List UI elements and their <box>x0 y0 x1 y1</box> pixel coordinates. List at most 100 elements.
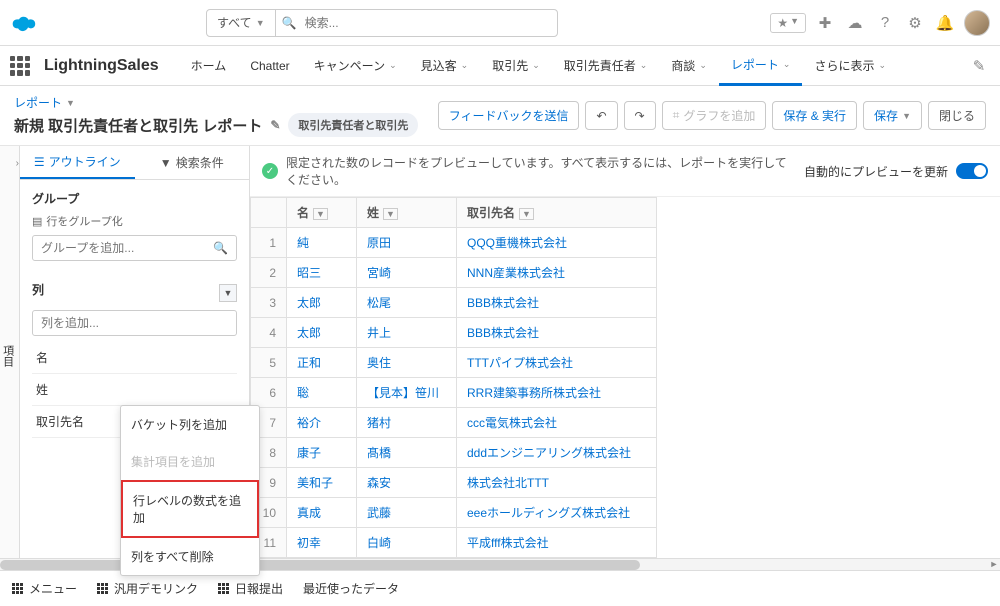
table-cell[interactable]: 原田 <box>357 228 457 258</box>
check-icon: ✓ <box>262 163 278 179</box>
table-cell[interactable]: TTTパイプ株式会社 <box>457 348 657 378</box>
table-cell[interactable]: 昭三 <box>287 258 357 288</box>
table-header[interactable]: 姓▼ <box>357 198 457 228</box>
nav-item-5[interactable]: 取引先責任者⌄ <box>552 46 660 86</box>
feedback-button[interactable]: フィードバックを送信 <box>438 101 580 130</box>
table-cell[interactable]: 奥住 <box>357 348 457 378</box>
table-cell[interactable]: 真成 <box>287 498 357 528</box>
table-cell[interactable]: 太郎 <box>287 318 357 348</box>
add-column-input[interactable] <box>32 310 237 336</box>
table-row: 5正和奥住TTTパイプ株式会社 <box>251 348 657 378</box>
menu-add-bucket[interactable]: バケット列を追加 <box>121 406 259 443</box>
notification-icon[interactable]: 🔔 <box>934 12 956 34</box>
breadcrumb[interactable]: レポート ▼ <box>14 94 418 111</box>
trailhead-icon[interactable]: ☁ <box>844 12 866 34</box>
nav-item-3[interactable]: 見込客⌄ <box>409 46 481 86</box>
table-cell[interactable]: 武藤 <box>357 498 457 528</box>
table-cell[interactable]: 平成fff株式会社 <box>457 528 657 558</box>
table-cell[interactable]: QQQ重機株式会社 <box>457 228 657 258</box>
table-cell[interactable]: 聡 <box>287 378 357 408</box>
table-cell[interactable]: 純 <box>287 228 357 258</box>
edit-title-icon[interactable]: ✎ <box>270 118 280 132</box>
save-button[interactable]: 保存 ▼ <box>863 101 922 130</box>
table-cell[interactable]: BBB株式会社 <box>457 288 657 318</box>
column-item[interactable]: 名 <box>32 342 237 374</box>
nav-item-4[interactable]: 取引先⌄ <box>480 46 552 86</box>
footer-daily-report[interactable]: 日報提出 <box>218 580 283 597</box>
table-cell[interactable]: 松尾 <box>357 288 457 318</box>
nav-item-0[interactable]: ホーム <box>179 46 239 86</box>
preview-table: 名▼姓▼取引先名▼ 1純原田QQQ重機株式会社2昭三宮崎NNN産業株式会社3太郎… <box>250 197 657 558</box>
fields-side-tab[interactable]: › 項目 <box>0 146 20 558</box>
table-row: 7裕介猪村ccc電気株式会社 <box>251 408 657 438</box>
report-type-pill: 取引先責任者と取引先 <box>288 113 418 137</box>
tab-filter[interactable]: ▼ 検索条件 <box>135 146 250 179</box>
rows-icon: ▤ <box>32 215 42 228</box>
add-chart-button[interactable]: ⌗グラフを追加 <box>662 101 767 130</box>
table-cell[interactable]: dddエンジニアリング株式会社 <box>457 438 657 468</box>
page-title: 新規 取引先責任者と取引先 レポート ✎ 取引先責任者と取引先 <box>14 113 418 137</box>
nav-item-2[interactable]: キャンペーン⌄ <box>302 46 409 86</box>
auto-preview-toggle[interactable] <box>956 163 988 179</box>
save-run-button[interactable]: 保存 & 実行 <box>772 101 857 130</box>
column-item[interactable]: 姓 <box>32 374 237 406</box>
nav-item-7[interactable]: レポート⌄ <box>719 46 803 86</box>
menu-delete-all-columns[interactable]: 列をすべて削除 <box>121 538 259 575</box>
help-icon[interactable]: ? <box>874 12 896 34</box>
add-group-input[interactable]: 🔍 <box>32 235 237 261</box>
redo-button[interactable]: ↷ <box>624 101 656 130</box>
table-cell[interactable]: NNN産業株式会社 <box>457 258 657 288</box>
nav-item-8[interactable]: さらに表示⌄ <box>802 46 898 86</box>
edit-nav-icon[interactable]: ✎ <box>968 55 990 77</box>
table-cell[interactable]: 宮崎 <box>357 258 457 288</box>
table-row: 1純原田QQQ重機株式会社 <box>251 228 657 258</box>
table-cell[interactable]: 美和子 <box>287 468 357 498</box>
avatar[interactable] <box>964 10 990 36</box>
table-cell[interactable]: 髙橋 <box>357 438 457 468</box>
footer-demo-link[interactable]: 汎用デモリンク <box>97 580 198 597</box>
table-row: 2昭三宮崎NNN産業株式会社 <box>251 258 657 288</box>
favorites-button[interactable]: ★▼ <box>770 13 806 33</box>
table-cell[interactable]: 正和 <box>287 348 357 378</box>
table-cell[interactable]: 裕介 <box>287 408 357 438</box>
columns-dropdown-menu: バケット列を追加 集計項目を追加 行レベルの数式を追加 列をすべて削除 <box>120 405 260 576</box>
tab-outline[interactable]: ☰ アウトライン <box>20 146 135 179</box>
table-cell[interactable]: 康子 <box>287 438 357 468</box>
search-icon: 🔍 <box>213 241 228 255</box>
table-row: 6聡【見本】笹川RRR建築事務所株式会社 <box>251 378 657 408</box>
table-cell[interactable]: 太郎 <box>287 288 357 318</box>
footer-menu[interactable]: メニュー <box>12 580 77 597</box>
table-header[interactable]: 名▼ <box>287 198 357 228</box>
setup-icon[interactable]: ⚙ <box>904 12 926 34</box>
app-launcher-icon[interactable] <box>10 56 30 76</box>
table-header[interactable]: 取引先名▼ <box>457 198 657 228</box>
preview-message: 限定された数のレコードをプレビューしています。すべて表示するには、レポートを実行… <box>286 154 796 188</box>
nav-item-6[interactable]: 商談⌄ <box>659 46 719 86</box>
undo-button[interactable]: ↶ <box>585 101 617 130</box>
table-cell[interactable]: BBB株式会社 <box>457 318 657 348</box>
table-cell[interactable]: 初幸 <box>287 528 357 558</box>
columns-menu-button[interactable]: ▼ <box>219 284 237 302</box>
table-row: 11初幸白崎平成fff株式会社 <box>251 528 657 558</box>
table-cell[interactable]: 森安 <box>357 468 457 498</box>
close-button[interactable]: 閉じる <box>928 101 986 130</box>
table-cell[interactable]: 猪村 <box>357 408 457 438</box>
nav-item-1[interactable]: Chatter <box>238 46 301 86</box>
table-cell[interactable]: 【見本】笹川 <box>357 378 457 408</box>
table-cell[interactable]: eeeホールディングズ株式会社 <box>457 498 657 528</box>
add-icon[interactable]: ✚ <box>814 12 836 34</box>
table-row: 4太郎井上BBB株式会社 <box>251 318 657 348</box>
app-name: LightningSales <box>44 57 159 75</box>
table-cell[interactable]: 株式会社北TTT <box>457 468 657 498</box>
menu-add-row-formula[interactable]: 行レベルの数式を追加 <box>121 480 259 538</box>
table-cell[interactable]: ccc電気株式会社 <box>457 408 657 438</box>
table-cell[interactable]: 白崎 <box>357 528 457 558</box>
group-rows-label: ▤行をグループ化 <box>32 213 237 229</box>
search-input[interactable] <box>297 16 557 30</box>
global-search[interactable]: すべて▼ 🔍 <box>206 9 558 37</box>
menu-add-summary: 集計項目を追加 <box>121 443 259 480</box>
search-scope-dropdown[interactable]: すべて▼ <box>207 10 276 36</box>
footer-recent-data[interactable]: 最近使ったデータ <box>303 580 399 597</box>
table-cell[interactable]: RRR建築事務所株式会社 <box>457 378 657 408</box>
table-cell[interactable]: 井上 <box>357 318 457 348</box>
